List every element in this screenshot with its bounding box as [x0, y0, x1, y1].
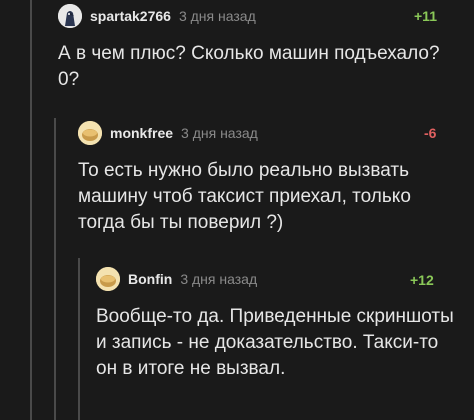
thread-line-level-3: [78, 258, 80, 420]
comment-rating: +11: [414, 8, 437, 24]
comment-text: Вообще-то да. Приведенные скриншоты и за…: [96, 306, 454, 379]
comment-header: spartak2766 3 дня назад: [58, 3, 458, 29]
username[interactable]: spartak2766: [90, 8, 171, 24]
comment-rating: +12: [410, 272, 434, 288]
thread-line-level-2: [54, 118, 56, 420]
default-avatar-icon[interactable]: [78, 121, 102, 145]
comment-header: Bonfin 3 дня назад: [96, 266, 458, 292]
default-avatar-icon[interactable]: [96, 267, 120, 291]
comment-text: А в чем плюс? Сколько машин подъехало? 0…: [58, 43, 440, 90]
comment-time: 3 дня назад: [178, 8, 256, 24]
comment: spartak2766 3 дня назад А в чем плюс? Ск…: [58, 3, 458, 93]
comment-rating: -6: [424, 125, 437, 141]
comment-text: То есть нужно было реально вызвать машин…: [78, 160, 411, 233]
username[interactable]: Bonfin: [128, 271, 172, 287]
comment-time: 3 дня назад: [181, 125, 258, 141]
comment-header: monkfree 3 дня назад: [78, 120, 458, 146]
comment-time: 3 дня назад: [180, 271, 258, 287]
bird-avatar-icon[interactable]: [58, 4, 82, 28]
username[interactable]: monkfree: [110, 125, 173, 141]
comment: Bonfin 3 дня назад Вообще-то да. Приведе…: [96, 266, 458, 382]
thread-line-level-1: [30, 0, 32, 420]
comment: monkfree 3 дня назад То есть нужно было …: [78, 120, 458, 236]
